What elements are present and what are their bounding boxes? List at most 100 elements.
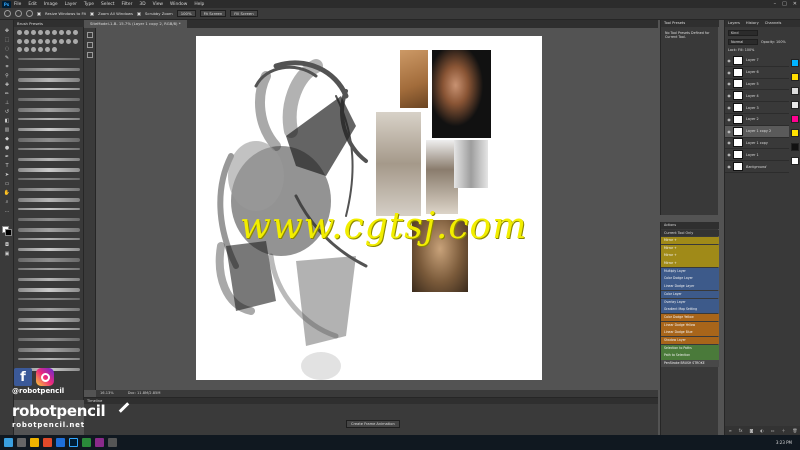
close-icon[interactable]: ✕ bbox=[793, 1, 797, 7]
move-tool-icon[interactable]: ✥ bbox=[3, 28, 11, 34]
zoom-100-button[interactable]: 100% bbox=[176, 10, 196, 17]
photoshop-taskbar-icon[interactable] bbox=[69, 438, 78, 447]
visibility-eye-icon[interactable]: ◉ bbox=[725, 152, 733, 157]
zoom-in-icon[interactable] bbox=[15, 10, 22, 17]
brush-stroke-preset[interactable] bbox=[18, 308, 80, 311]
tab-channels[interactable]: Channels bbox=[765, 20, 782, 27]
action-item[interactable]: Color Dodge Yellow bbox=[661, 313, 719, 322]
screen-mode-icon[interactable]: ▣ bbox=[3, 251, 11, 257]
shape-tool-icon[interactable]: ▭ bbox=[3, 181, 11, 187]
brush-tip[interactable] bbox=[24, 38, 29, 44]
layer-row[interactable]: ◉ Layer 1 copy bbox=[725, 138, 789, 150]
brush-tip[interactable] bbox=[17, 38, 22, 44]
visibility-eye-icon[interactable]: ◉ bbox=[725, 140, 733, 145]
new-layer-icon[interactable]: ＋ bbox=[781, 428, 785, 434]
lasso-tool-icon[interactable]: ◌ bbox=[3, 46, 11, 52]
brush-tip[interactable] bbox=[59, 30, 64, 35]
blur-tool-icon[interactable]: ◆ bbox=[3, 136, 11, 142]
visibility-eye-icon[interactable]: ◉ bbox=[725, 70, 733, 75]
app-icon[interactable] bbox=[56, 438, 65, 447]
brush-stroke-preset[interactable] bbox=[18, 88, 80, 90]
brush-tip[interactable] bbox=[45, 47, 50, 53]
menu-view[interactable]: View bbox=[153, 2, 163, 7]
brush-tip[interactable] bbox=[31, 38, 36, 44]
action-set-title[interactable]: Current Tool Only bbox=[661, 230, 719, 236]
delete-layer-icon[interactable]: 🗑 bbox=[792, 428, 797, 433]
color-swatch[interactable] bbox=[791, 157, 799, 165]
menu-image[interactable]: Image bbox=[44, 2, 58, 7]
resize-windows-checkbox[interactable] bbox=[37, 11, 41, 16]
brush-stroke-preset[interactable] bbox=[18, 248, 80, 251]
brush-tip[interactable] bbox=[66, 30, 71, 35]
quick-mask-icon[interactable]: ◘ bbox=[3, 242, 11, 248]
brush-tip[interactable] bbox=[45, 38, 50, 44]
properties-panel-icon[interactable] bbox=[87, 42, 93, 48]
type-tool-icon[interactable]: T bbox=[3, 163, 11, 169]
layer-row[interactable]: ◉ Layer 1 copy 2 bbox=[725, 125, 789, 138]
brush-tip[interactable] bbox=[45, 30, 50, 35]
brush-presets-tab[interactable]: Brush Presets bbox=[14, 20, 84, 27]
tab-layers[interactable]: Layers bbox=[728, 20, 740, 27]
quick-select-tool-icon[interactable]: ✎ bbox=[3, 55, 11, 61]
eraser-tool-icon[interactable]: ◧ bbox=[3, 118, 11, 124]
add-mask-icon[interactable]: ◙ bbox=[749, 428, 753, 433]
visibility-eye-icon[interactable]: ◉ bbox=[725, 93, 733, 98]
layer-row[interactable]: ◉ Layer 6 bbox=[725, 67, 789, 79]
maximize-icon[interactable]: □ bbox=[782, 1, 787, 7]
menu-layer[interactable]: Layer bbox=[65, 2, 77, 7]
brush-stroke-preset[interactable] bbox=[18, 348, 80, 352]
action-item[interactable]: Color Layer bbox=[661, 290, 719, 298]
brush-stroke-preset[interactable] bbox=[18, 328, 80, 330]
history-brush-tool-icon[interactable]: ↺ bbox=[3, 109, 11, 115]
color-swatch[interactable] bbox=[791, 115, 799, 123]
brush-stroke-preset[interactable] bbox=[18, 118, 80, 120]
brush-tip[interactable] bbox=[24, 47, 29, 53]
start-icon[interactable] bbox=[4, 438, 13, 447]
link-layers-icon[interactable]: ∞ bbox=[728, 428, 731, 433]
brush-stroke-preset[interactable] bbox=[18, 258, 80, 262]
brush-stroke-preset[interactable] bbox=[18, 98, 80, 101]
brush-tip[interactable] bbox=[66, 38, 71, 44]
action-item[interactable]: Multiply Layer bbox=[661, 267, 719, 275]
brush-stroke-preset[interactable] bbox=[18, 108, 80, 112]
menu-edit[interactable]: Edit bbox=[28, 2, 37, 7]
menu-type[interactable]: Type bbox=[84, 2, 94, 7]
action-item[interactable]: Linear Dodge Blue bbox=[661, 329, 719, 337]
layer-row[interactable]: ◉ Layer 1 bbox=[725, 149, 789, 162]
path-select-tool-icon[interactable]: ➤ bbox=[3, 172, 11, 178]
background-color-swatch[interactable] bbox=[5, 229, 12, 236]
more-tools-icon[interactable]: … bbox=[3, 208, 11, 214]
brush-stroke-preset[interactable] bbox=[18, 148, 80, 150]
brush-stroke-preset[interactable] bbox=[18, 208, 80, 210]
scrubby-zoom-checkbox[interactable] bbox=[137, 11, 142, 16]
action-item[interactable]: Shadow Layer bbox=[661, 336, 719, 345]
hand-tool-icon[interactable]: ✋ bbox=[3, 190, 11, 196]
brush-tip[interactable] bbox=[73, 38, 78, 44]
pen-tool-icon[interactable]: ✒ bbox=[3, 154, 11, 160]
action-item[interactable]: Mirror + bbox=[661, 252, 719, 260]
brush-tip[interactable] bbox=[38, 30, 43, 35]
action-item[interactable]: Linear Dodge Yellow bbox=[661, 321, 719, 329]
brush-tip[interactable] bbox=[52, 47, 57, 53]
brush-stroke-preset[interactable] bbox=[18, 168, 80, 172]
brush-tip[interactable] bbox=[59, 38, 64, 44]
brush-panel-icon[interactable] bbox=[87, 52, 93, 58]
history-panel-icon[interactable] bbox=[87, 32, 93, 38]
visibility-eye-icon[interactable]: ◉ bbox=[725, 105, 733, 110]
brush-stroke-preset[interactable] bbox=[18, 318, 80, 322]
new-group-icon[interactable]: ▭ bbox=[771, 428, 775, 433]
layer-style-icon[interactable]: fx bbox=[739, 428, 743, 433]
color-swatch[interactable] bbox=[791, 59, 799, 67]
menu-help[interactable]: Help bbox=[194, 2, 204, 7]
action-item[interactable]: PenStroke BRUSH STROKE bbox=[661, 360, 719, 368]
menu-3d[interactable]: 3D bbox=[139, 2, 145, 7]
brush-tool-icon[interactable]: ✏ bbox=[3, 91, 11, 97]
taskbar-clock[interactable]: 3:23 PM bbox=[776, 435, 792, 450]
file-explorer-icon[interactable] bbox=[30, 438, 39, 447]
brush-stroke-preset[interactable] bbox=[18, 158, 80, 161]
tab-history[interactable]: History bbox=[746, 20, 759, 27]
zoom-all-checkbox[interactable] bbox=[90, 11, 94, 16]
menu-filter[interactable]: Filter bbox=[122, 2, 133, 7]
dodge-tool-icon[interactable]: ● bbox=[3, 145, 11, 151]
layer-row[interactable]: ◉ Background bbox=[725, 161, 789, 173]
